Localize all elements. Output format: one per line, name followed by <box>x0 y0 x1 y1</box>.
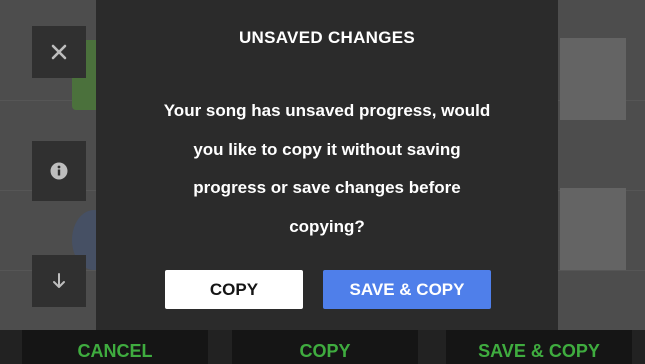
dialog-message-line: Your song has unsaved progress, would <box>163 101 491 120</box>
dialog-message-line: you like to copy it without saving <box>193 139 461 159</box>
dialog-message: Your song has unsaved progress, would yo… <box>116 92 538 246</box>
dialog-message-line: copying? <box>289 216 365 236</box>
dialog-copy-button[interactable]: COPY <box>165 270 303 309</box>
unsaved-changes-dialog: UNSAVED CHANGES Your song has unsaved pr… <box>96 0 558 330</box>
dialog-save-copy-button[interactable]: SAVE & COPY <box>323 270 491 309</box>
dialog-title: UNSAVED CHANGES <box>238 28 416 47</box>
dialog-message-line: progress or save changes before <box>193 178 461 197</box>
